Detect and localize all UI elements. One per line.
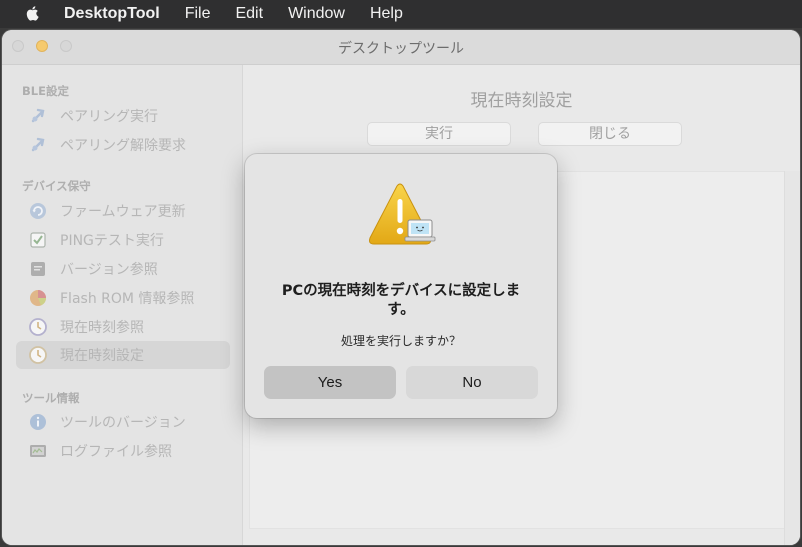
alert-informative-text: 処理を実行しますか？ [340,334,461,348]
menu-bar: DesktopTool File Edit Window Help [0,0,802,28]
apple-icon[interactable] [24,4,42,22]
menu-help[interactable]: Help [370,5,403,23]
no-button[interactable]: No [406,366,538,399]
alert-message: PCの現在時刻をデバイスに設定します。 [281,283,521,318]
alert-dialog: PCの現在時刻をデバイスに設定します。 処理を実行しますか？ Yes No [245,154,557,418]
warning-icon [369,183,436,245]
computer-badge-icon [404,219,436,242]
menu-window[interactable]: Window [288,5,345,23]
menu-edit[interactable]: Edit [235,5,263,23]
yes-button[interactable]: Yes [264,366,396,399]
app-menu[interactable]: DesktopTool [64,5,160,23]
menu-file[interactable]: File [185,5,211,23]
